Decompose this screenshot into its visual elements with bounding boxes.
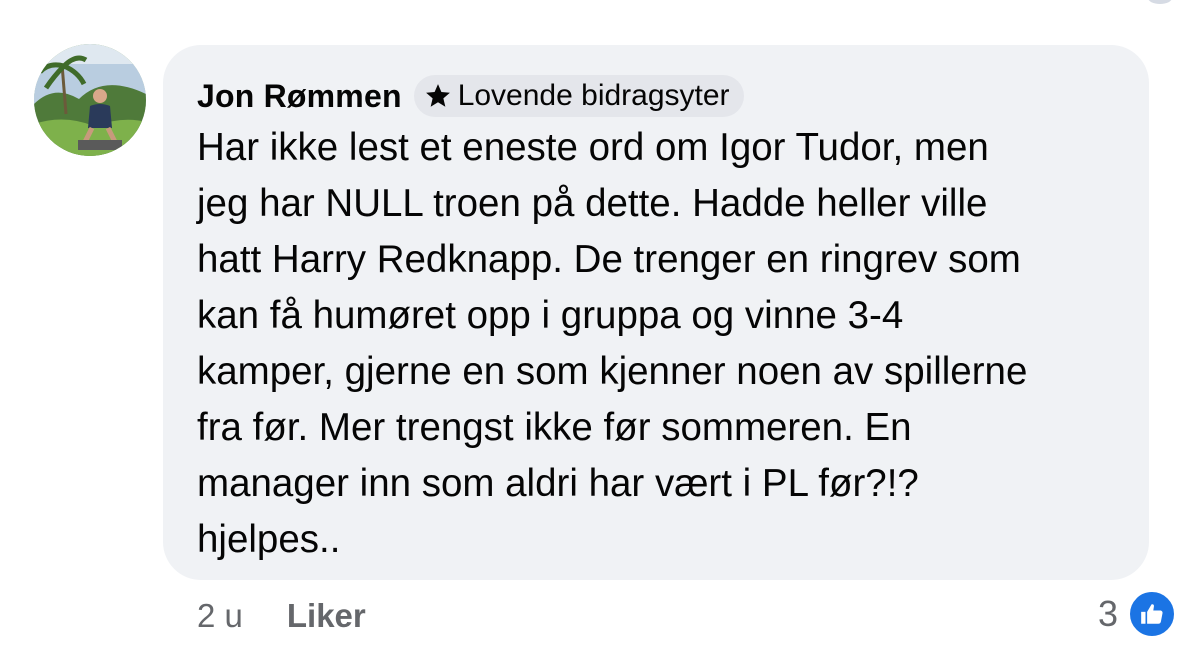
author-name[interactable]: Jon Rømmen — [197, 78, 402, 115]
reaction-count: 3 — [1097, 593, 1118, 634]
avatar-photo — [34, 44, 146, 156]
comment-line: jeg har NULL troen på dette. Hadde helle… — [197, 182, 988, 225]
star-icon — [424, 82, 452, 110]
comment-footer: 2 u Liker — [197, 594, 366, 638]
avatar[interactable] — [34, 44, 146, 156]
comment-line: manager inn som aldri har vært i PL før?… — [197, 462, 919, 505]
like-button[interactable]: Liker — [287, 597, 366, 635]
comment-line: Har ikke lest et eneste ord om Igor Tudo… — [197, 126, 989, 169]
reaction-summary[interactable]: 3 — [1097, 590, 1176, 638]
comment-text: Har ikke lest et eneste ord om Igor Tudo… — [197, 120, 1115, 568]
comment-time[interactable]: 2 u — [197, 597, 243, 635]
comment-line: fra før. Mer trengst ikke før sommeren. … — [197, 406, 912, 449]
comment-line: hatt Harry Redknapp. De trenger en ringr… — [197, 238, 1021, 281]
comment-screenshot: Jon Rømmen Lovende bidragsyter Har ikke … — [0, 0, 1200, 666]
badge-label: Lovende bidragsyter — [457, 79, 730, 112]
contributor-badge[interactable]: Lovende bidragsyter — [413, 75, 744, 117]
comment-header: Jon Rømmen Lovende bidragsyter — [197, 74, 1115, 118]
comment-line: kan få humøret opp i gruppa og vinne 3-4 — [197, 294, 904, 337]
comment-bubble: Jon Rømmen Lovende bidragsyter Har ikke … — [163, 45, 1149, 580]
thumbs-up-icon — [1128, 590, 1176, 638]
comment-line: kamper, gjerne en som kjenner noen av sp… — [197, 350, 1028, 393]
comment-line: hjelpes.. — [197, 518, 341, 561]
top-edge-fragment — [1148, 0, 1172, 4]
